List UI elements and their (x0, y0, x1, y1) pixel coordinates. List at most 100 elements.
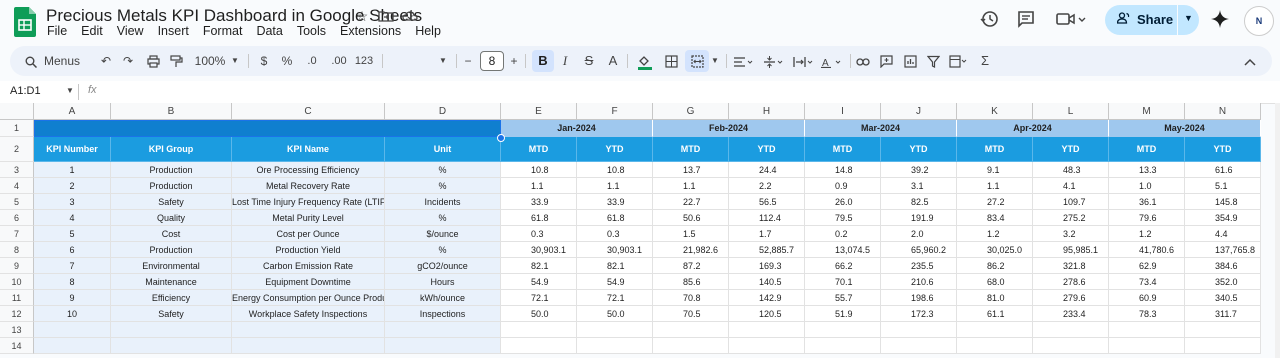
account-avatar[interactable]: N (1244, 6, 1274, 36)
row-header[interactable]: 11 (0, 290, 34, 306)
functions-icon[interactable]: Σ (978, 46, 992, 76)
value-cell[interactable]: 1.2 (957, 226, 1033, 242)
share-dropdown-icon[interactable]: ▼ (1184, 13, 1193, 23)
value-cell[interactable]: 145.8 (1185, 194, 1261, 210)
unit-cell[interactable]: gCO2/ounce (385, 258, 501, 274)
kpi-group-cell[interactable]: Safety (111, 306, 232, 322)
value-cell[interactable]: 82.1 (577, 258, 653, 274)
ytd-header-cell[interactable]: YTD (881, 137, 957, 162)
value-cell[interactable]: 4.4 (1185, 226, 1261, 242)
value-cell[interactable]: 0.9 (805, 178, 881, 194)
value-cell[interactable]: 33.9 (501, 194, 577, 210)
zoom-dropdown-icon[interactable]: ▼ (228, 46, 242, 76)
value-cell[interactable]: 36.1 (1109, 194, 1185, 210)
unit-cell[interactable]: Hours (385, 274, 501, 290)
move-folder-icon[interactable] (378, 8, 394, 24)
column-header[interactable]: A (34, 103, 111, 120)
column-header[interactable]: M (1109, 103, 1185, 120)
value-cell[interactable]: 30,903.1 (577, 242, 653, 258)
value-cell[interactable]: 87.2 (653, 258, 729, 274)
row-header[interactable]: 4 (0, 178, 34, 194)
value-cell[interactable]: 169.3 (729, 258, 805, 274)
value-cell[interactable]: 198.6 (881, 290, 957, 306)
value-cell[interactable]: 14.8 (805, 162, 881, 178)
value-cell[interactable]: 82.1 (501, 258, 577, 274)
empty-cell[interactable] (34, 338, 111, 354)
column-header[interactable]: E (501, 103, 577, 120)
empty-cell[interactable] (881, 322, 957, 338)
row-header[interactable]: 8 (0, 242, 34, 258)
value-cell[interactable]: 352.0 (1185, 274, 1261, 290)
value-cell[interactable]: 120.5 (729, 306, 805, 322)
value-cell[interactable]: 1.0 (1109, 178, 1185, 194)
row-header[interactable]: 7 (0, 226, 34, 242)
value-cell[interactable]: 27.2 (957, 194, 1033, 210)
empty-cell[interactable] (385, 322, 501, 338)
merge-dropdown-icon[interactable]: ▼ (710, 46, 720, 76)
value-cell[interactable]: 72.1 (577, 290, 653, 306)
kpi-name-cell[interactable]: Carbon Emission Rate (232, 258, 385, 274)
kpi-name-cell[interactable]: Ore Processing Efficiency (232, 162, 385, 178)
month-header-cell[interactable]: May-2024 (1109, 120, 1261, 137)
value-cell[interactable]: 61.6 (1185, 162, 1261, 178)
kpi-number-cell[interactable]: 10 (34, 306, 111, 322)
mtd-header-cell[interactable]: MTD (1109, 137, 1185, 162)
empty-cell[interactable] (805, 338, 881, 354)
value-cell[interactable]: 0.2 (805, 226, 881, 242)
column-header[interactable]: G (653, 103, 729, 120)
kpi-number-cell[interactable]: 2 (34, 178, 111, 194)
value-cell[interactable]: 10.8 (577, 162, 653, 178)
selection-handle[interactable] (497, 134, 505, 142)
kpi-number-cell[interactable]: 8 (34, 274, 111, 290)
value-cell[interactable]: 52,885.7 (729, 242, 805, 258)
column-header[interactable]: B (111, 103, 232, 120)
empty-cell[interactable] (653, 338, 729, 354)
insert-comment-icon[interactable] (877, 46, 895, 76)
name-box-dropdown-icon[interactable]: ▼ (66, 86, 74, 95)
empty-cell[interactable] (881, 338, 957, 354)
value-cell[interactable]: 24.4 (729, 162, 805, 178)
star-icon[interactable]: ☆ (354, 8, 370, 24)
empty-cell[interactable] (729, 338, 805, 354)
print-icon[interactable] (145, 46, 161, 76)
column-header[interactable]: J (881, 103, 957, 120)
cloud-saved-icon[interactable] (402, 8, 418, 24)
value-cell[interactable]: 140.5 (729, 274, 805, 290)
kpi-name-cell[interactable]: Metal Purity Level (232, 210, 385, 226)
month-header-cell[interactable]: Feb-2024 (653, 120, 805, 137)
value-cell[interactable]: 109.7 (1033, 194, 1109, 210)
column-header[interactable]: N (1185, 103, 1261, 120)
value-cell[interactable]: 279.6 (1033, 290, 1109, 306)
percent-format-button[interactable]: % (280, 46, 294, 76)
column-title-cell[interactable]: KPI Number (34, 137, 111, 162)
kpi-number-cell[interactable]: 1 (34, 162, 111, 178)
value-cell[interactable]: 86.2 (957, 258, 1033, 274)
select-all-corner[interactable] (0, 103, 34, 120)
kpi-group-cell[interactable]: Cost (111, 226, 232, 242)
empty-cell[interactable] (1109, 338, 1185, 354)
value-cell[interactable]: 112.4 (729, 210, 805, 226)
column-header[interactable]: K (957, 103, 1033, 120)
unit-cell[interactable]: % (385, 178, 501, 194)
value-cell[interactable]: 1.2 (1109, 226, 1185, 242)
value-cell[interactable]: 1.1 (577, 178, 653, 194)
version-history-icon[interactable] (978, 9, 1000, 31)
value-cell[interactable]: 340.5 (1185, 290, 1261, 306)
value-cell[interactable]: 61.8 (577, 210, 653, 226)
row-header[interactable]: 12 (0, 306, 34, 322)
collapse-toolbar-icon[interactable] (1242, 46, 1258, 76)
empty-cell[interactable] (577, 322, 653, 338)
value-cell[interactable]: 275.2 (1033, 210, 1109, 226)
value-cell[interactable]: 4.1 (1033, 178, 1109, 194)
empty-cell[interactable] (111, 322, 232, 338)
name-box[interactable]: A1:D1 (10, 85, 41, 97)
value-cell[interactable]: 33.9 (577, 194, 653, 210)
row-header[interactable]: 2 (0, 137, 34, 162)
ytd-header-cell[interactable]: YTD (1185, 137, 1261, 162)
value-cell[interactable]: 70.8 (653, 290, 729, 306)
search-menus-label[interactable]: Menus (44, 46, 84, 76)
empty-cell[interactable] (957, 322, 1033, 338)
empty-cell[interactable] (385, 338, 501, 354)
value-cell[interactable]: 142.9 (729, 290, 805, 306)
kpi-group-cell[interactable]: Efficiency (111, 290, 232, 306)
